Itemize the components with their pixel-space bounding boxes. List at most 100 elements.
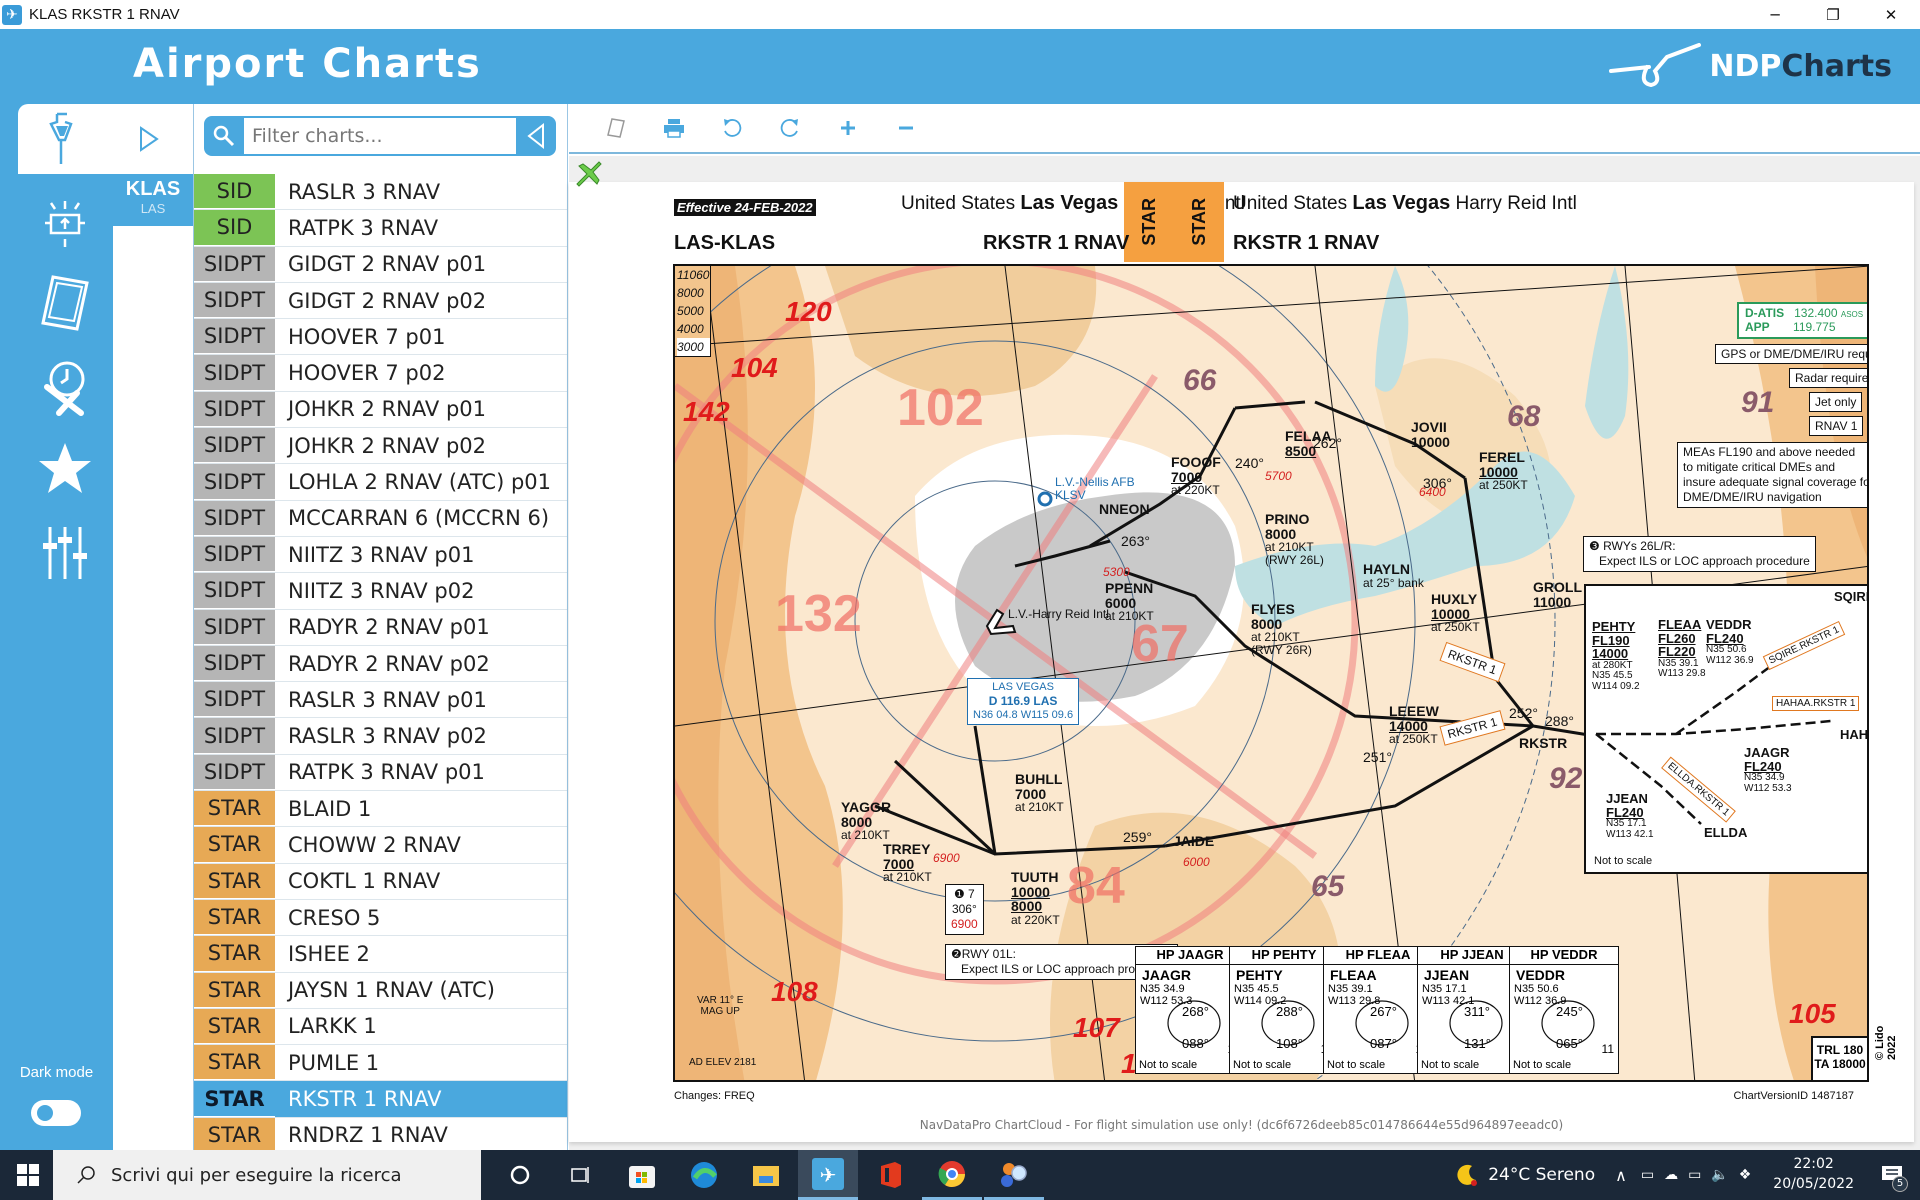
chart-list-item[interactable]: SID RASLR 3 RNAV <box>194 174 567 211</box>
chart-list-item[interactable]: STAR RNDRZ 1 RNAV <box>194 1117 567 1155</box>
chart-list-item[interactable]: STAR ISHEE 2 <box>194 936 567 973</box>
inset-veddr: VEDDR FL240 N35 50.6 W112 36.9 <box>1706 617 1754 666</box>
chart-list-item[interactable]: STAR JAYSN 1 RNAV (ATC) <box>194 972 567 1009</box>
chart-name: JOHKR 2 RNAV p01 <box>288 397 487 422</box>
toggle-knob <box>37 1105 53 1121</box>
chart-list-item[interactable]: STAR BLAID 1 <box>194 791 567 828</box>
holding-outbound: 065° <box>1556 1036 1583 1051</box>
settings-sliders-icon[interactable] <box>30 518 100 588</box>
store-icon[interactable] <box>612 1150 672 1200</box>
chart-list-item[interactable]: SIDPT RASLR 3 RNAV p01 <box>194 682 567 719</box>
chart-list-item[interactable]: STAR RKSTR 1 RNAV <box>194 1081 567 1118</box>
network-icon[interactable]: ▭ <box>1688 1167 1701 1183</box>
dropbox-icon[interactable]: ❖ <box>1739 1167 1752 1183</box>
chart-type-badge: STAR <box>194 899 275 936</box>
chart-list-item[interactable]: SIDPT RASLR 3 RNAV p02 <box>194 718 567 755</box>
transition-flag-hahaa: HAHAA.RKSTR 1 <box>1772 696 1860 711</box>
chart-list-item[interactable]: SIDPT RADYR 2 RNAV p01 <box>194 609 567 646</box>
holding-inbound: 245° <box>1556 1004 1583 1019</box>
zoom-out-button[interactable] <box>877 108 935 148</box>
filter-charts-input[interactable] <box>244 118 516 154</box>
chevron-left-icon <box>527 122 544 150</box>
chart-type-badge: SIDPT <box>194 682 275 718</box>
chrome-icon[interactable] <box>922 1150 982 1200</box>
explorer-icon[interactable] <box>736 1150 796 1200</box>
cortana-icon[interactable] <box>490 1150 550 1200</box>
office-icon[interactable] <box>860 1150 920 1200</box>
chart-type-badge: SIDPT <box>194 464 275 500</box>
people-search-icon[interactable] <box>984 1150 1044 1200</box>
chart-list-item[interactable]: SIDPT HOOVER 7 p01 <box>194 319 567 356</box>
runway-map-icon[interactable] <box>30 188 100 258</box>
print-button[interactable] <box>645 108 703 148</box>
flight-schedule-icon[interactable] <box>30 352 100 422</box>
chart-list-item[interactable]: SIDPT LOHLA 2 RNAV (ATC) p01 <box>194 464 567 501</box>
action-center-button[interactable]: 5 <box>1872 1150 1912 1200</box>
glider-logo-icon <box>1609 43 1702 88</box>
holding-time: 11 <box>1601 1042 1614 1056</box>
onedrive-icon[interactable]: ☁ <box>1664 1167 1678 1183</box>
maximize-button[interactable]: ❐ <box>1804 0 1862 29</box>
start-button[interactable] <box>0 1150 55 1200</box>
waypoint-jovii: JOVII 10000 <box>1411 419 1450 450</box>
rotate-page-button[interactable] <box>587 108 645 148</box>
effective-date: Effective 24-FEB-2022 <box>674 199 816 216</box>
airport-charts-icon[interactable]: ✈ <box>798 1150 858 1200</box>
volume-icon[interactable]: 🔈 <box>1711 1167 1728 1183</box>
chart-type-badge: SIDPT <box>194 718 275 754</box>
chart-list-item[interactable]: SIDPT GIDGT 2 RNAV p02 <box>194 282 567 320</box>
airport-tab[interactable] <box>18 104 105 174</box>
tablet-icon[interactable] <box>30 268 100 338</box>
chart-canvas[interactable]: Effective 24-FEB-2022 United States Las … <box>569 156 1920 1150</box>
close-button[interactable]: ✕ <box>1862 0 1920 29</box>
chart-list-item[interactable]: SIDPT RATPK 3 RNAV p01 <box>194 754 567 792</box>
minimize-button[interactable]: ─ <box>1746 0 1804 29</box>
show-hidden-icons[interactable]: ∧ <box>1615 1166 1627 1185</box>
weather-text[interactable]: 24°C Sereno <box>1488 1165 1595 1185</box>
chart-list-item[interactable]: SID RATPK 3 RNAV <box>194 210 567 247</box>
chart-list-item[interactable]: SIDPT NIITZ 3 RNAV p01 <box>194 536 567 574</box>
system-tray: 24°C Sereno ∧ ▭ ☁ ▭ 🔈 ❖ 22:02 20/05/2022 … <box>1454 1150 1920 1200</box>
rotate-right-button[interactable] <box>761 108 819 148</box>
chart-list-item[interactable]: STAR PUMLE 1 <box>194 1045 567 1082</box>
aircraft-position-icon[interactable] <box>573 158 605 190</box>
chart-list-item[interactable]: SIDPT NIITZ 3 RNAV p02 <box>194 573 567 610</box>
taskbar-search[interactable]: Scrivi qui per eseguire la ricerca <box>53 1150 481 1200</box>
zoom-in-button[interactable] <box>819 108 877 148</box>
clock-date: 20/05/2022 <box>1773 1176 1854 1192</box>
holding-box: HP VEDDR VEDDR N35 50.6 W112 36.9 245° 065° 11… <box>1509 946 1619 1074</box>
min-alt: 5700 <box>1265 469 1292 483</box>
mea-note: MEAs FL190 and above needed to mitigate c… <box>1677 442 1867 508</box>
chart-list-item[interactable]: SIDPT MCCARRAN 6 (MCCRN 6) <box>194 500 567 537</box>
chart-name: CRESO 5 <box>288 905 381 930</box>
edge-icon[interactable] <box>674 1150 734 1200</box>
track-label: 262° <box>1313 435 1342 451</box>
legend-alt: 3000 <box>677 338 710 356</box>
track-label: 288° <box>1545 713 1574 729</box>
holding-inbound: 267° <box>1370 1004 1397 1019</box>
chart-list-item[interactable]: STAR COKTL 1 RNAV <box>194 863 567 900</box>
app-plane-icon: ✈ <box>2 4 22 25</box>
favorites-star-icon[interactable] <box>30 434 100 504</box>
chart-name: RATPK 3 RNAV p01 <box>288 760 485 785</box>
search-icon[interactable] <box>204 116 244 156</box>
airport-item-klas[interactable]: KLAS LAS <box>113 174 193 226</box>
chart-list-item[interactable]: SIDPT RADYR 2 RNAV p02 <box>194 645 567 683</box>
rotate-left-button[interactable] <box>703 108 761 148</box>
collapse-panel-button[interactable] <box>516 116 556 156</box>
chart-list-item[interactable]: STAR CHOWW 2 RNAV <box>194 827 567 864</box>
dark-mode-toggle[interactable] <box>31 1100 81 1126</box>
chart-list-item[interactable]: SIDPT GIDGT 2 RNAV p01 <box>194 246 567 283</box>
harry-reid-label: L.V.-Harry Reid Intl <box>1008 607 1109 621</box>
legend-alt: 4000 <box>677 322 704 336</box>
play-tab[interactable] <box>105 104 192 174</box>
requirement-note: RNAV 1 <box>1809 416 1864 436</box>
chart-list-item[interactable]: SIDPT JOHKR 2 RNAV p02 <box>194 428 567 465</box>
task-view-icon[interactable] <box>550 1150 610 1200</box>
chart-list-item[interactable]: STAR LARKK 1 <box>194 1008 567 1046</box>
chart-list-item[interactable]: STAR CRESO 5 <box>194 899 567 937</box>
chart-list-item[interactable]: SIDPT HOOVER 7 p02 <box>194 355 567 392</box>
meet-now-icon[interactable]: ▭ <box>1641 1167 1654 1183</box>
chart-list-item[interactable]: SIDPT JOHKR 2 RNAV p01 <box>194 391 567 429</box>
clock[interactable]: 22:02 20/05/2022 <box>1773 1155 1854 1194</box>
